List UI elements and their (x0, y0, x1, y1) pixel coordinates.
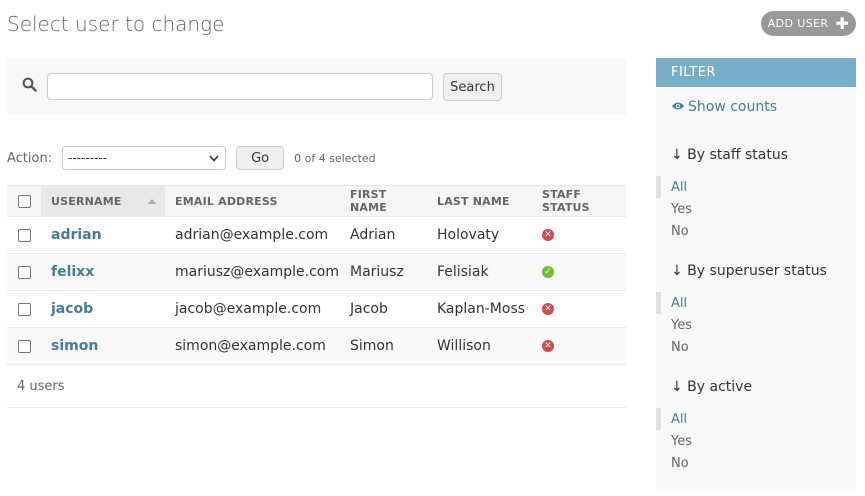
last-name-cell: Holovaty (437, 227, 500, 243)
table-row: adrian adrian@example.com Adrian Holovaty ✕ (7, 217, 626, 254)
search-input[interactable] (47, 73, 433, 100)
column-header-username[interactable]: USERNAME (41, 186, 165, 216)
eye-icon (671, 99, 685, 115)
filter-group-title: ↓ By staff status (671, 147, 788, 163)
filter-options: All Yes No (656, 292, 856, 358)
filter-group-title: ↓ By superuser status (671, 263, 827, 279)
table-header: USERNAME EMAIL ADDRESS FIRST NAME LAST N… (7, 185, 626, 217)
row-checkbox[interactable] (17, 339, 31, 353)
column-header-first-name[interactable]: FIRST NAME (340, 186, 427, 216)
row-select-cell (7, 328, 41, 364)
column-header-last-name[interactable]: LAST NAME (427, 186, 532, 216)
column-header-email[interactable]: EMAIL ADDRESS (165, 186, 340, 216)
search-button[interactable]: Search (443, 73, 502, 101)
column-header-staff-status[interactable]: STAFF STATUS (532, 186, 626, 216)
result-count: 4 users (7, 365, 626, 408)
filter-option[interactable]: All (656, 176, 856, 198)
username-cell: adrian (41, 217, 165, 253)
row-checkbox[interactable] (17, 228, 31, 242)
add-user-label: ADD USER (767, 17, 829, 30)
actions-bar: Action: --------- Go 0 of 4 selected (7, 146, 376, 170)
first-name-cell: Simon (350, 338, 394, 354)
filter-option[interactable]: Yes (656, 430, 856, 452)
email-cell: simon@example.com (175, 338, 326, 354)
table-row: felixx mariusz@example.com Mariusz Felisiak… (7, 254, 626, 291)
email-cell: mariusz@example.com (175, 264, 339, 280)
search-bar: Search (7, 58, 626, 115)
icon-no: ✕ (542, 340, 554, 352)
select-all-checkbox[interactable] (17, 194, 31, 208)
chevron-down-icon (209, 151, 219, 165)
staff-status-cell: ✕ (532, 217, 626, 253)
filter-group: ↓ By active All Yes No (656, 377, 856, 474)
filter-panel: FILTER Show counts ↓ By staff status All Y… (656, 58, 856, 489)
filter-option[interactable]: No (656, 452, 856, 474)
filter-options: All Yes No (656, 176, 856, 242)
first-name-cell: Jacob (350, 301, 388, 317)
filter-option[interactable]: All (656, 408, 856, 430)
filter-group-title: ↓ By active (671, 379, 753, 395)
first-name-cell: Adrian (350, 227, 396, 243)
email-cell: adrian@example.com (175, 227, 329, 243)
go-button[interactable]: Go (236, 146, 285, 170)
username-link[interactable]: simon (51, 338, 98, 354)
icon-no: ✕ (542, 229, 554, 241)
icon-yes: ✓ (542, 266, 554, 278)
email-cell: jacob@example.com (175, 301, 322, 317)
last-name-cell: Kaplan-Moss (437, 301, 526, 317)
staff-status-cell: ✕ (532, 291, 626, 327)
search-icon (22, 77, 37, 96)
username-cell: jacob (41, 291, 165, 327)
filter-options: All Yes No (656, 408, 856, 474)
row-checkbox[interactable] (17, 302, 31, 316)
username-cell: felixx (41, 254, 165, 290)
add-user-button[interactable]: ADD USER ✚ (761, 11, 856, 36)
table-row: simon simon@example.com Simon Willison ✕ (7, 328, 626, 365)
action-select-value: --------- (68, 151, 108, 165)
show-counts-label: Show counts (688, 99, 778, 115)
filter-option[interactable]: No (656, 220, 856, 242)
last-name-cell: Felisiak (437, 264, 489, 280)
filter-group: ↓ By staff status All Yes No (656, 145, 856, 242)
username-cell: simon (41, 328, 165, 364)
filter-option[interactable]: No (656, 336, 856, 358)
row-select-cell (7, 254, 41, 290)
table-row: jacob jacob@example.com Jacob Kaplan-Moss ✕ (7, 291, 626, 328)
staff-status-cell: ✕ (532, 328, 626, 364)
first-name-cell: Mariusz (350, 264, 404, 280)
row-select-cell (7, 217, 41, 253)
action-label: Action: (7, 150, 53, 166)
row-select-cell (7, 291, 41, 327)
filter-option[interactable]: All (656, 292, 856, 314)
filter-option[interactable]: Yes (656, 314, 856, 336)
filter-group: ↓ By superuser status All Yes No (656, 261, 856, 358)
page-title: Select user to change (7, 12, 225, 36)
filter-title: FILTER (656, 58, 856, 87)
select-all-cell (7, 186, 41, 216)
last-name-cell: Willison (437, 338, 491, 354)
username-link[interactable]: felixx (51, 264, 94, 280)
sort-ascending-icon[interactable] (148, 198, 156, 204)
icon-no: ✕ (542, 303, 554, 315)
show-counts-link[interactable]: Show counts (671, 99, 777, 115)
staff-status-cell: ✓ (532, 254, 626, 290)
row-checkbox[interactable] (17, 265, 31, 279)
username-link[interactable]: adrian (51, 227, 102, 243)
selection-counter: 0 of 4 selected (294, 151, 376, 165)
action-select[interactable]: --------- (62, 146, 227, 170)
plus-icon: ✚ (835, 13, 850, 33)
filter-option[interactable]: Yes (656, 198, 856, 220)
results-table: USERNAME EMAIL ADDRESS FIRST NAME LAST N… (7, 185, 626, 408)
username-link[interactable]: jacob (51, 301, 93, 317)
